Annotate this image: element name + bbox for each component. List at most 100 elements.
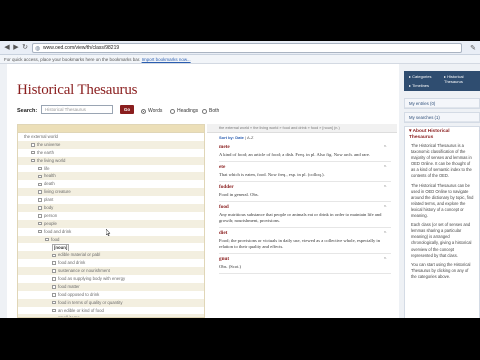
- tree-row[interactable]: food matter: [18, 282, 204, 291]
- expand-box-icon[interactable]: [52, 308, 56, 313]
- tree-row[interactable]: food as supplying body with energy: [18, 275, 204, 283]
- tree-row-label: food opposed to drink: [58, 291, 100, 297]
- expand-box-icon[interactable]: [52, 261, 56, 265]
- entry-headword-link[interactable]: food: [219, 204, 391, 210]
- entry-definition: That which is eaten, food. Now freq., es…: [219, 172, 325, 177]
- tree-row[interactable]: the universe: [18, 140, 204, 149]
- tree-row[interactable]: sustenance or nourishment: [18, 267, 204, 276]
- my-searches-box[interactable]: My searches (1): [404, 112, 480, 123]
- tree-row[interactable]: living creature: [18, 188, 204, 197]
- expand-box-icon[interactable]: [31, 150, 35, 155]
- tree-row[interactable]: person: [18, 212, 204, 220]
- about-heading-text: About Historical Thesaurus: [409, 129, 450, 140]
- entry-pos: n.: [383, 230, 387, 234]
- entry-pos: n.: [383, 164, 387, 168]
- back-icon[interactable]: ◀: [3, 44, 11, 52]
- expand-box-icon[interactable]: [38, 221, 42, 226]
- tree-row[interactable]: food: [18, 235, 204, 244]
- tree-row-label: the living world: [37, 157, 66, 163]
- expand-box-icon[interactable]: [52, 277, 56, 281]
- tree-row-label: plant: [44, 197, 54, 203]
- tree-row-label: body: [44, 205, 54, 211]
- tree-row[interactable]: people: [18, 219, 204, 228]
- radio-words[interactable]: Words: [141, 108, 162, 114]
- tree-row-label: food: [51, 236, 60, 242]
- tree-row[interactable]: an edible or kind of food: [18, 307, 204, 315]
- nav-timelines-label: Timelines: [412, 83, 430, 88]
- import-bookmarks-link[interactable]: Import bookmarks now...: [142, 57, 191, 62]
- reload-icon[interactable]: ↻: [21, 44, 29, 52]
- entry-headword-link[interactable]: fodder: [219, 184, 391, 190]
- entry-headword-link[interactable]: mete: [219, 144, 391, 150]
- tree-row[interactable]: body: [18, 204, 204, 212]
- expand-box-icon[interactable]: [45, 237, 49, 242]
- globe-icon: ◍: [35, 46, 41, 52]
- radio-label-words: Words: [148, 108, 163, 114]
- entry-headword-link[interactable]: ete: [219, 164, 391, 170]
- about-box: ▾ About Historical Thesaurus The Histori…: [404, 126, 480, 318]
- expand-box-icon[interactable]: [38, 229, 42, 234]
- radio-headings[interactable]: Headings: [170, 108, 198, 114]
- tree-row[interactable]: health: [18, 172, 204, 181]
- nav-categories[interactable]: ▸ Categories: [409, 74, 431, 79]
- expand-box-icon[interactable]: [52, 285, 56, 289]
- sort-by-date-link[interactable]: Sort by: Date: [219, 135, 244, 140]
- expand-box-icon[interactable]: [31, 143, 35, 147]
- expand-box-icon[interactable]: [38, 174, 42, 179]
- about-paragraph: The Historical Thesaurus can be used in …: [411, 182, 474, 219]
- tree-row-label: life: [44, 165, 50, 171]
- tree-row[interactable]: food in terms of quality or quantity: [18, 298, 204, 307]
- expand-box-icon[interactable]: [31, 158, 35, 163]
- sort-az-link[interactable]: | A-Z: [245, 135, 253, 140]
- expand-box-icon[interactable]: [38, 214, 42, 218]
- tree-row[interactable]: death: [18, 180, 204, 188]
- expand-box-icon[interactable]: [38, 166, 42, 171]
- tree-row-label: person: [44, 212, 58, 218]
- tree-row-label: people: [44, 220, 57, 226]
- go-button[interactable]: Go: [120, 105, 134, 114]
- tree-row-label: the earth: [37, 149, 54, 155]
- tree-row-label: health: [44, 173, 56, 179]
- tree-row-label: food and drink: [58, 260, 86, 266]
- entry-headword-link[interactable]: diet: [219, 230, 391, 236]
- radio-label-headings: Headings: [177, 108, 199, 114]
- expand-box-icon[interactable]: [38, 182, 42, 187]
- wrench-icon[interactable]: ✎: [470, 44, 476, 52]
- tree-row[interactable]: edible material or pabl: [18, 251, 204, 260]
- about-heading: ▾ About Historical Thesaurus: [409, 129, 450, 140]
- forward-icon[interactable]: ▶: [12, 44, 20, 52]
- expand-box-icon[interactable]: [52, 269, 56, 273]
- tree-row[interactable]: life: [18, 165, 204, 173]
- tree-row[interactable]: the earth: [18, 149, 204, 157]
- my-entries-box[interactable]: My entries (0): [404, 98, 480, 109]
- tree-row[interactable]: food opposed to drink: [18, 291, 204, 299]
- tree-row[interactable]: [noun]: [18, 243, 204, 253]
- tree-rows: the external world the universe the earth t…: [18, 133, 204, 317]
- tree-row[interactable]: the external world: [18, 133, 204, 141]
- expand-box-icon[interactable]: [52, 293, 56, 297]
- tree-row[interactable]: food and drink: [18, 259, 204, 267]
- tree-row[interactable]: food and drink: [18, 228, 204, 236]
- page-content: Historical Thesaurus Search: Historical …: [0, 64, 480, 318]
- tree-row[interactable]: plant: [18, 196, 204, 204]
- result-entry: ete n. That which is eaten, food. Now freq…: [219, 162, 391, 182]
- expand-box-icon[interactable]: [52, 253, 56, 258]
- search-label: Search:: [17, 108, 38, 114]
- result-entry: mete n. A kind of food; an article of food…: [219, 142, 391, 162]
- tree-row[interactable]: the living world: [18, 156, 204, 165]
- expand-box-icon[interactable]: [38, 198, 42, 202]
- radio-both[interactable]: Both: [202, 108, 219, 114]
- expand-box-icon[interactable]: [38, 190, 42, 194]
- entry-pos: n.: [383, 256, 387, 260]
- entry-headword-link[interactable]: gnut: [219, 256, 391, 262]
- nav-historical-thesaurus[interactable]: ▸ Historical Thesaurus: [444, 74, 478, 84]
- address-bar[interactable]: ◍ www.oed.com/view/th/class/98219: [32, 43, 462, 53]
- video-letterbox-bottom: [0, 318, 480, 360]
- search-input[interactable]: Historical Thesaurus: [41, 105, 113, 114]
- expand-box-icon[interactable]: [52, 300, 56, 305]
- radio-label-both: Both: [209, 108, 220, 114]
- tree-row-label: the universe: [37, 141, 61, 147]
- sort-bar: Sort by: Date | A-Z: [207, 133, 397, 142]
- nav-timelines[interactable]: ▸ Timelines: [409, 83, 429, 88]
- expand-box-icon[interactable]: [38, 206, 42, 210]
